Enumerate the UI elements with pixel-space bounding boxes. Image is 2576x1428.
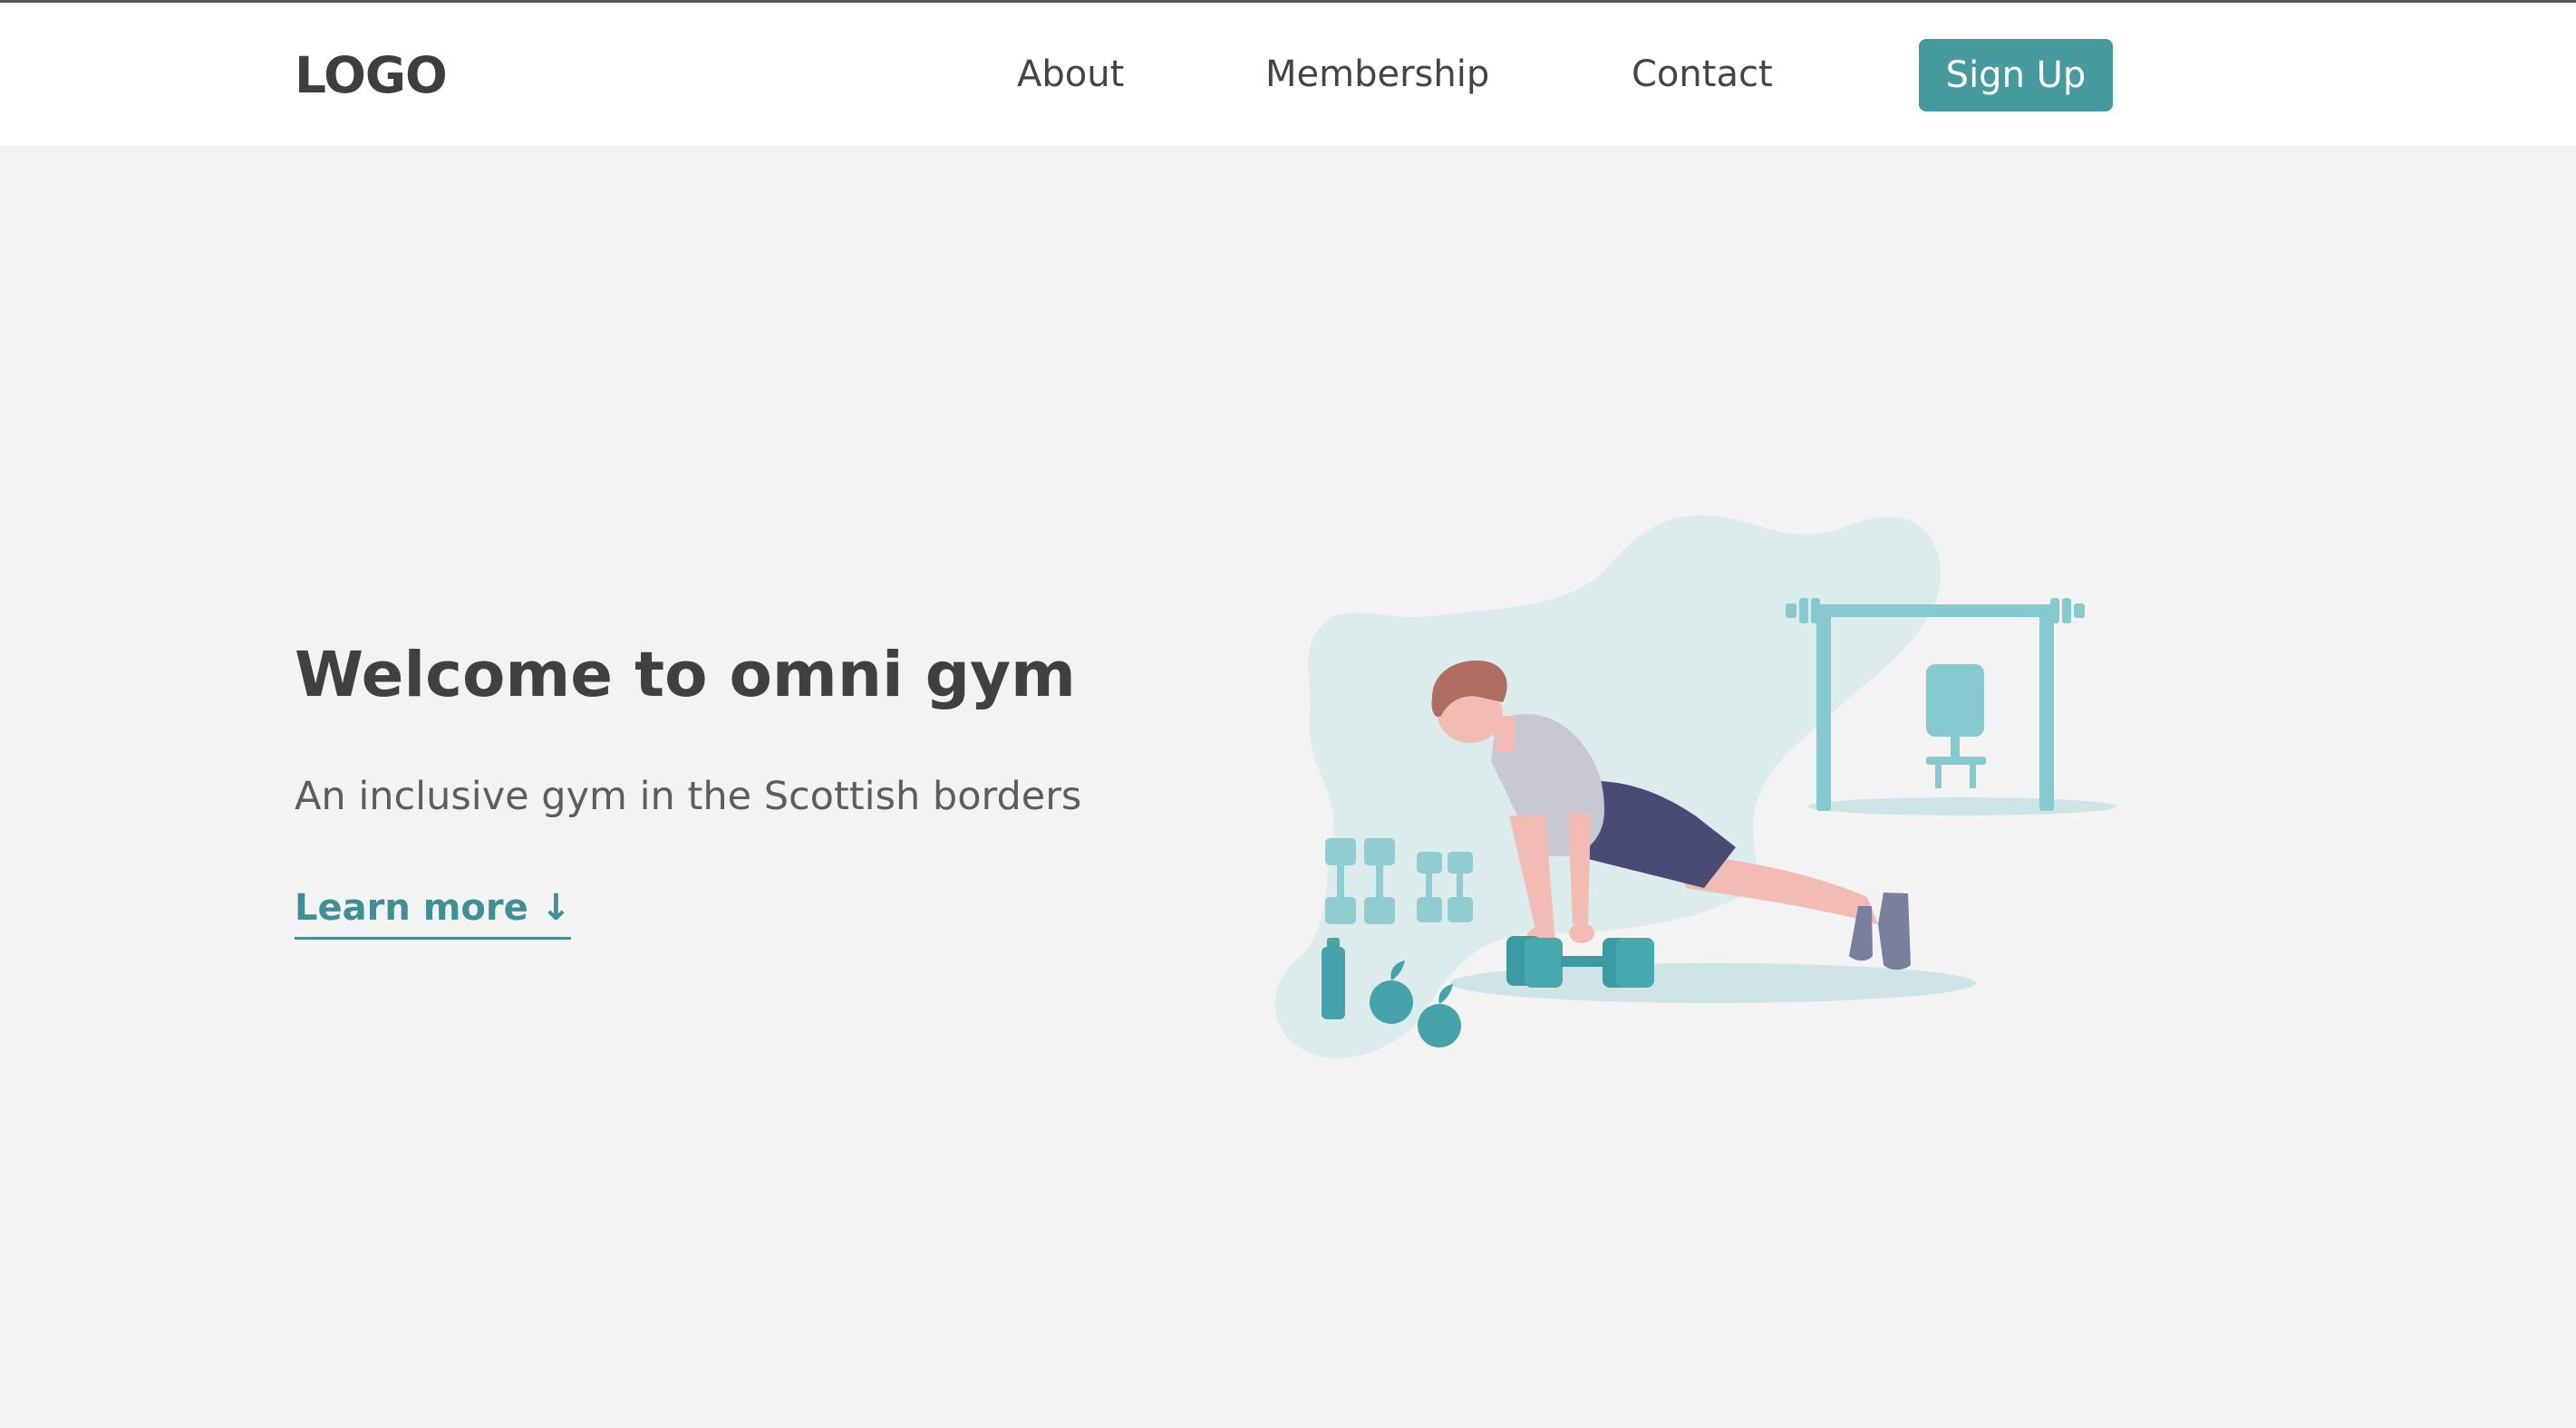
sign-up-button[interactable]: Sign Up bbox=[1919, 39, 2113, 111]
water-bottle-icon bbox=[1322, 938, 1345, 1019]
bench-icon bbox=[1926, 664, 1986, 788]
push-up-illustration bbox=[1274, 515, 2116, 1058]
rack-shadow bbox=[1808, 797, 2116, 815]
hero-subtitle: An inclusive gym in the Scottish borders bbox=[295, 774, 1082, 819]
nav-link-contact[interactable]: Contact bbox=[1632, 52, 1773, 97]
learn-more-link[interactable]: Learn more ↓ bbox=[295, 883, 572, 940]
logo[interactable]: LOGO bbox=[295, 46, 448, 104]
nav-link-membership[interactable]: Membership bbox=[1265, 52, 1489, 97]
hero-title: Welcome to omni gym bbox=[295, 639, 1076, 711]
nav-link-about[interactable]: About bbox=[1017, 52, 1124, 97]
site-header: LOGO About Membership Contact Sign Up bbox=[0, 3, 2576, 146]
